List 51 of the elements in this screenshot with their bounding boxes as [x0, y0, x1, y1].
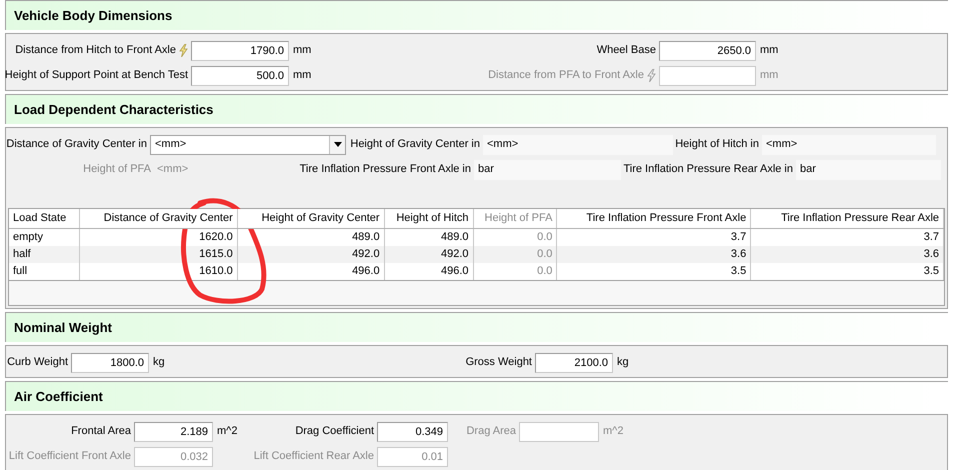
field-label: Lift Coefficient Front Axle: [8, 449, 131, 464]
table-cell: full: [9, 263, 80, 280]
selector-label: Tire Inflation Pressure Rear Axle in: [623, 162, 793, 178]
table-cell: 1610.0: [80, 263, 238, 280]
input-field[interactable]: 1800.0: [71, 352, 149, 372]
input-field[interactable]: 2.189: [134, 422, 213, 442]
field-label: Curb Weight: [7, 355, 68, 370]
input-field[interactable]: 2650.0: [659, 40, 756, 60]
field-label: Distance from PFA to Front Axle: [488, 68, 644, 84]
unit-label: m^2: [217, 425, 238, 438]
table-cell: 3.5: [751, 263, 944, 280]
input-field[interactable]: 1790.0: [191, 40, 289, 60]
section-title: Nominal Weight: [14, 318, 112, 337]
selector-label: Height of Gravity Center in: [350, 137, 480, 152]
field-label: Gross Weight: [466, 355, 532, 370]
unit-label: kg: [153, 356, 165, 368]
unit-label: kg: [617, 356, 629, 368]
column-header[interactable]: Height of Hitch: [384, 209, 474, 228]
unit-label: mm: [293, 69, 312, 82]
selector-label: Height of PFA: [83, 162, 151, 178]
field-label: Wheel Base: [596, 43, 656, 58]
input-field[interactable]: 0.349: [377, 422, 448, 442]
selector-label: Distance of Gravity Center in: [6, 137, 147, 152]
field-label: Drag Coefficient: [295, 424, 374, 440]
unit-dropdown[interactable]: <mm>: [150, 134, 346, 154]
table-cell: 496.0: [384, 263, 474, 280]
table-cell: 3.5: [557, 263, 752, 280]
input-field[interactable]: 500.0: [191, 66, 289, 86]
section-title: Air Coefficient: [14, 388, 103, 406]
table-cell: 496.0: [238, 263, 385, 280]
unit-label: mm: [760, 69, 778, 82]
section-title: Load Dependent Characteristics: [14, 100, 214, 119]
unit-field: <mm>: [483, 134, 673, 154]
section-title: Vehicle Body Dimensions: [14, 6, 172, 25]
dropdown-caret-icon: [334, 142, 342, 147]
unit-field: bar: [474, 160, 621, 180]
unit-label: m^2: [603, 425, 624, 438]
unit-label: mm: [293, 44, 312, 56]
unit-text: <mm>: [156, 162, 190, 178]
field-label: Height of Support Point at Bench Test: [4, 68, 188, 84]
field-label: Lift Coefficient Rear Axle: [254, 449, 374, 464]
selector-label: Height of Hitch in: [675, 137, 759, 152]
field-label: Frontal Area: [71, 424, 131, 440]
field-label: Drag Area: [466, 424, 516, 440]
table-cell: 0.0: [474, 263, 558, 280]
input-field[interactable]: 2100.0: [535, 352, 613, 372]
selector-label: Tire Inflation Pressure Front Axle in: [300, 162, 471, 178]
field-label: Distance from Hitch to Front Axle: [15, 43, 176, 58]
unit-label: mm: [760, 44, 778, 56]
unit-field: <mm>: [762, 134, 936, 154]
unit-field: bar: [796, 160, 941, 180]
